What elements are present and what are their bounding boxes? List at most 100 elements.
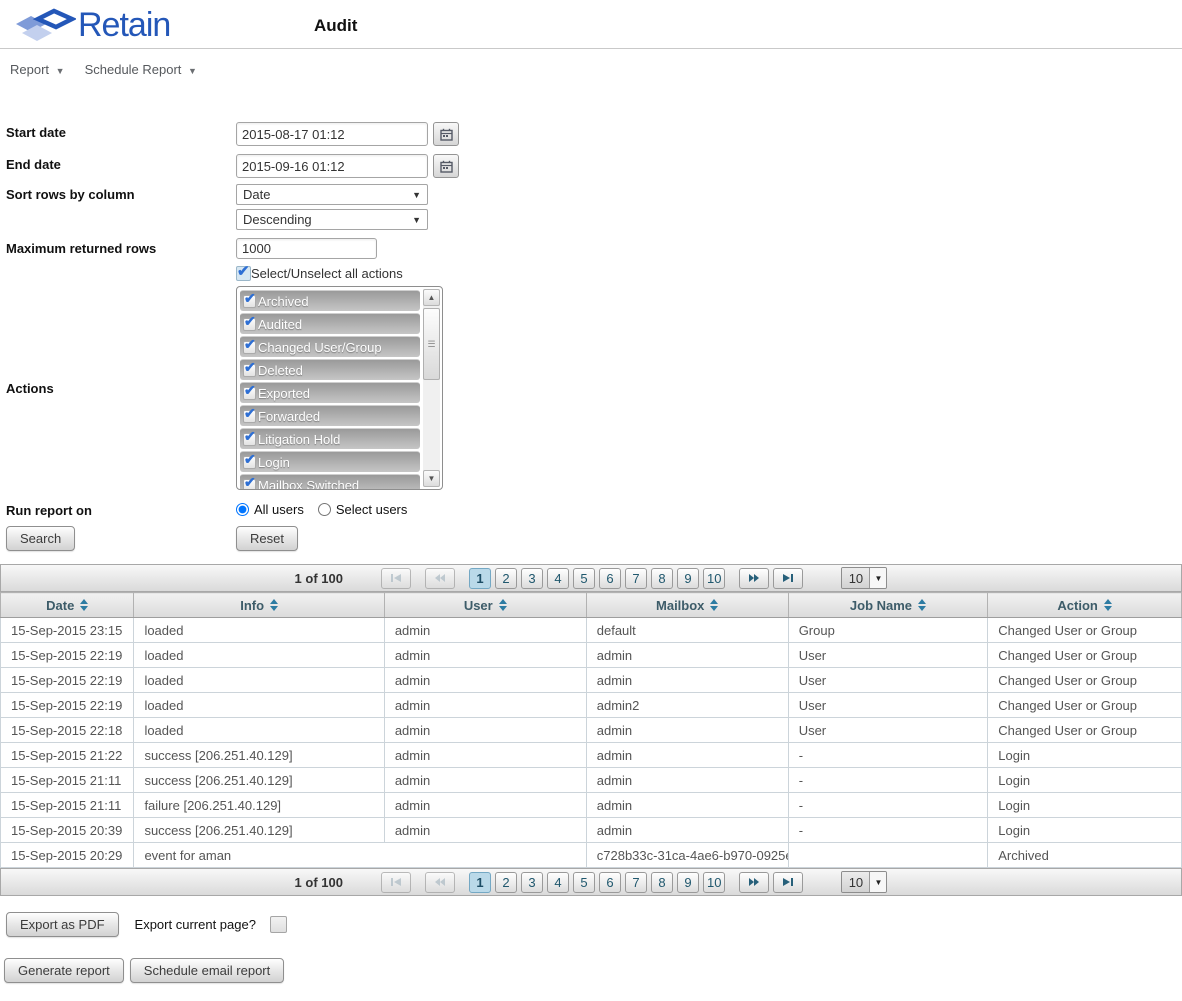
page-button-9[interactable]: 9 xyxy=(677,872,699,893)
sort-direction-select[interactable]: Descending ▼ xyxy=(236,209,428,230)
action-item-label: Forwarded xyxy=(258,409,320,424)
table-row: 15-Sep-2015 23:15loadedadmindefaultGroup… xyxy=(1,618,1182,643)
checkbox-checked-icon: ✔ xyxy=(243,387,256,400)
start-date-input[interactable] xyxy=(236,122,428,146)
column-header-action[interactable]: Action xyxy=(988,593,1182,618)
menu-report[interactable]: Report ▼ xyxy=(10,62,65,77)
sort-icon xyxy=(499,599,507,611)
audit-report-form: Start date End date Sort rows xyxy=(0,122,1182,551)
max-rows-input[interactable] xyxy=(236,238,377,259)
scroll-up-icon[interactable]: ▲ xyxy=(423,289,440,306)
page-button-4[interactable]: 4 xyxy=(547,872,569,893)
page-button-7[interactable]: 7 xyxy=(625,568,647,589)
table-cell: User xyxy=(788,693,988,718)
export-pdf-button[interactable]: Export as PDF xyxy=(6,912,119,937)
bottom-pager: 1 of 100 12345678910 10 ▼ xyxy=(0,868,1182,896)
action-item-label: Exported xyxy=(258,386,310,401)
action-list-item[interactable]: ✔Archived xyxy=(240,290,420,311)
action-list-item[interactable]: ✔Forwarded xyxy=(240,405,420,426)
page-button-10[interactable]: 10 xyxy=(703,872,725,893)
last-page-button[interactable] xyxy=(773,872,803,893)
page-button-5[interactable]: 5 xyxy=(573,568,595,589)
action-list-item[interactable]: ✔Login xyxy=(240,451,420,472)
table-cell: 15-Sep-2015 21:11 xyxy=(1,793,134,818)
next-page-button[interactable] xyxy=(739,568,769,589)
table-cell: Login xyxy=(988,768,1182,793)
action-list-item[interactable]: ✔Changed User/Group xyxy=(240,336,420,357)
table-cell: 15-Sep-2015 21:22 xyxy=(1,743,134,768)
action-item-label: Archived xyxy=(258,294,309,309)
page-button-8[interactable]: 8 xyxy=(651,568,673,589)
table-cell: default xyxy=(586,618,788,643)
column-header-info[interactable]: Info xyxy=(134,593,384,618)
first-page-button[interactable] xyxy=(381,568,411,589)
sort-rows-label: Sort rows by column xyxy=(6,184,236,202)
page-button-3[interactable]: 3 xyxy=(521,872,543,893)
start-date-calendar-button[interactable] xyxy=(433,122,459,146)
sort-column-select[interactable]: Date ▼ xyxy=(236,184,428,205)
table-cell: Changed User or Group xyxy=(988,643,1182,668)
action-list-item[interactable]: ✔Mailbox Switched xyxy=(240,474,420,490)
pager-status: 1 of 100 xyxy=(295,571,343,586)
page-button-4[interactable]: 4 xyxy=(547,568,569,589)
page-button-5[interactable]: 5 xyxy=(573,872,595,893)
page-title: Audit xyxy=(314,16,357,36)
page-button-8[interactable]: 8 xyxy=(651,872,673,893)
retain-logo-icon xyxy=(14,5,76,45)
select-all-actions-checkbox[interactable]: ✔ Select/Unselect all actions xyxy=(236,266,403,281)
action-list-item[interactable]: ✔Audited xyxy=(240,313,420,334)
end-date-input[interactable] xyxy=(236,154,428,178)
generate-report-button[interactable]: Generate report xyxy=(4,958,124,983)
action-list-item[interactable]: ✔Exported xyxy=(240,382,420,403)
action-list-item[interactable]: ✔Litigation Hold xyxy=(240,428,420,449)
page-button-6[interactable]: 6 xyxy=(599,872,621,893)
menu-schedule-report[interactable]: Schedule Report ▼ xyxy=(85,62,197,77)
all-users-radio-input[interactable] xyxy=(236,503,249,516)
prev-page-button[interactable] xyxy=(425,568,455,589)
page-button-6[interactable]: 6 xyxy=(599,568,621,589)
select-users-radio-input[interactable] xyxy=(318,503,331,516)
last-page-button[interactable] xyxy=(773,568,803,589)
export-current-page-checkbox[interactable] xyxy=(270,916,287,933)
column-header-mailbox[interactable]: Mailbox xyxy=(586,593,788,618)
schedule-email-report-button[interactable]: Schedule email report xyxy=(130,958,284,983)
table-row: 15-Sep-2015 22:19loadedadminadminUserCha… xyxy=(1,668,1182,693)
table-cell: - xyxy=(788,818,988,843)
action-item-label: Mailbox Switched xyxy=(258,478,359,491)
action-list-item[interactable]: ✔Deleted xyxy=(240,359,420,380)
table-cell: success [206.251.40.129] xyxy=(134,768,384,793)
page-button-1[interactable]: 1 xyxy=(469,872,491,893)
page-button-9[interactable]: 9 xyxy=(677,568,699,589)
select-users-radio[interactable]: Select users xyxy=(318,502,408,517)
actions-scrollbar[interactable]: ▲ ☰ ▼ xyxy=(423,289,440,487)
prev-page-button[interactable] xyxy=(425,872,455,893)
page-size-select[interactable]: 10 ▼ xyxy=(841,567,887,589)
end-date-calendar-button[interactable] xyxy=(433,154,459,178)
page-button-1[interactable]: 1 xyxy=(469,568,491,589)
page-button-2[interactable]: 2 xyxy=(495,872,517,893)
search-button[interactable]: Search xyxy=(6,526,75,551)
table-cell: loaded xyxy=(134,668,384,693)
last-page-icon xyxy=(782,877,794,887)
table-cell: admin xyxy=(384,718,586,743)
action-item-label: Changed User/Group xyxy=(258,340,382,355)
column-header-user[interactable]: User xyxy=(384,593,586,618)
scrollbar-thumb[interactable]: ☰ xyxy=(423,308,440,380)
page-button-7[interactable]: 7 xyxy=(625,872,647,893)
page-button-3[interactable]: 3 xyxy=(521,568,543,589)
reset-button[interactable]: Reset xyxy=(236,526,298,551)
table-cell: 15-Sep-2015 23:15 xyxy=(1,618,134,643)
all-users-radio[interactable]: All users xyxy=(236,502,304,517)
first-page-button[interactable] xyxy=(381,872,411,893)
page-button-10[interactable]: 10 xyxy=(703,568,725,589)
scroll-down-icon[interactable]: ▼ xyxy=(423,470,440,487)
app-header: Retain Audit xyxy=(0,0,1182,49)
column-header-job-name[interactable]: Job Name xyxy=(788,593,988,618)
sort-icon xyxy=(918,599,926,611)
page-size-select[interactable]: 10 ▼ xyxy=(841,871,887,893)
page-button-2[interactable]: 2 xyxy=(495,568,517,589)
sort-column-value: Date xyxy=(243,187,270,202)
table-cell: failure [206.251.40.129] xyxy=(134,793,384,818)
next-page-button[interactable] xyxy=(739,872,769,893)
column-header-date[interactable]: Date xyxy=(1,593,134,618)
